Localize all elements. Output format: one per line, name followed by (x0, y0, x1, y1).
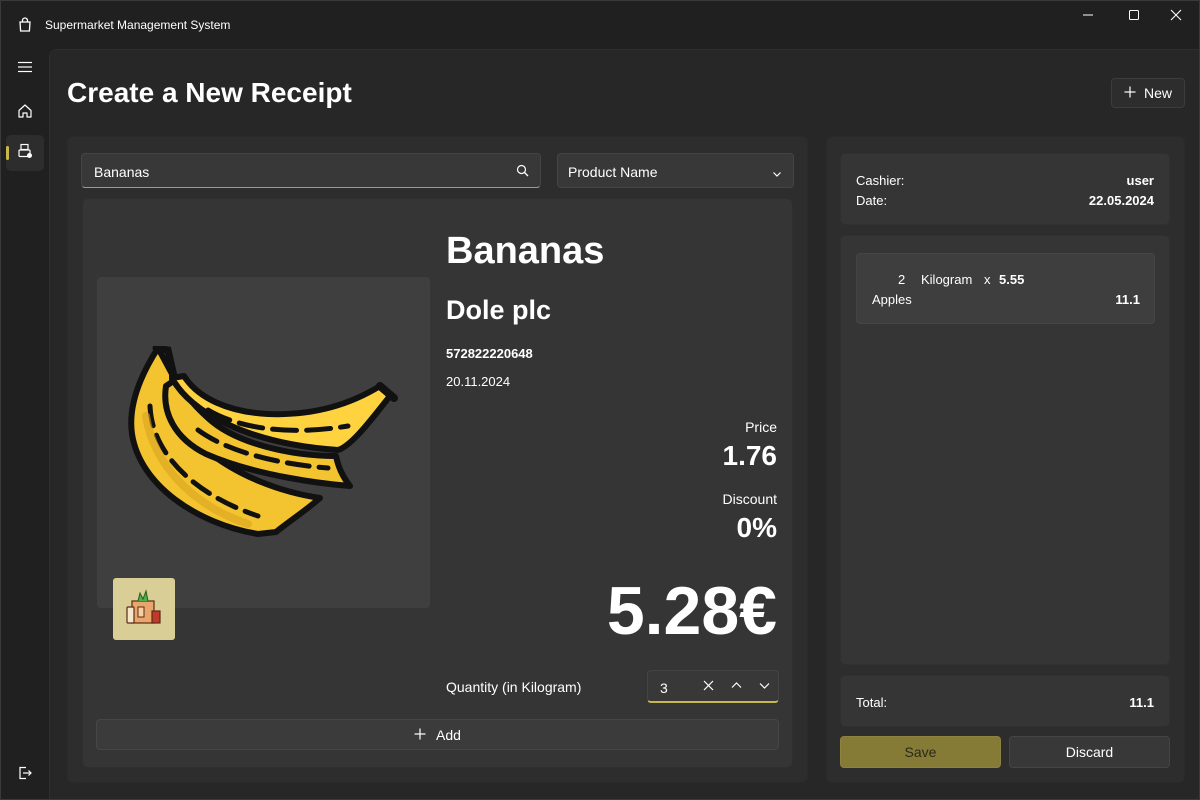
date-value: 22.05.2024 (1088, 193, 1154, 208)
window-title: Supermarket Management System (45, 18, 231, 32)
clear-icon (703, 678, 714, 696)
selection-indicator (6, 146, 9, 160)
new-receipt-button[interactable]: New (1111, 78, 1185, 108)
product-date: 20.11.2024 (446, 374, 511, 389)
hamburger-menu-icon (17, 59, 33, 80)
plus-icon (1124, 85, 1136, 101)
product-brand: Dole plc (446, 295, 552, 325)
maximize-icon (1128, 8, 1140, 26)
item-name: Apples (872, 292, 912, 307)
banana-icon (128, 344, 398, 543)
search-filter-dropdown[interactable]: Product Name (557, 153, 794, 188)
total-label: Total: (856, 695, 888, 710)
discount-label: Discount (722, 491, 777, 507)
product-name: Bananas (446, 230, 605, 272)
nav-menu-toggle[interactable] (6, 51, 44, 87)
clear-quantity-button[interactable] (698, 677, 718, 697)
minimize-icon (1082, 8, 1094, 26)
chevron-down-icon (759, 678, 770, 696)
minimize-button[interactable] (1065, 1, 1111, 33)
decrement-quantity-button[interactable] (754, 677, 774, 697)
discard-button[interactable]: Discard (1009, 736, 1170, 768)
home-icon (17, 103, 33, 124)
cash-register-icon (17, 143, 33, 164)
nav-rail (1, 49, 49, 800)
search-input[interactable] (94, 163, 494, 181)
cashier-value: user (1126, 173, 1154, 188)
search-filter-selected: Product Name (568, 164, 658, 180)
receipt-items-list: 2 Kilogram x 5.55 Apples 11.1 (840, 235, 1170, 665)
increment-quantity-button[interactable] (726, 677, 746, 697)
save-button[interactable]: Save (840, 736, 1001, 768)
chevron-down-icon (772, 166, 782, 184)
page-title: Create a New Receipt (67, 77, 352, 108)
item-unit: Kilogram (921, 272, 973, 287)
discount-value: 0% (736, 512, 777, 543)
app-window: Supermarket Management System Create a N… (0, 0, 1200, 800)
category-badge[interactable] (113, 578, 175, 640)
price-value: 1.76 (722, 440, 778, 471)
cashier-label: Cashier: (856, 173, 905, 188)
nav-item-receipt[interactable] (6, 135, 44, 171)
quantity-label: Quantity (in Kilogram) (446, 679, 582, 695)
receipt-info: Cashier: user Date: 22.05.2024 (840, 153, 1170, 225)
add-to-receipt-button[interactable]: Add (96, 719, 779, 750)
nav-item-home[interactable] (6, 95, 44, 131)
item-times: x (984, 272, 991, 287)
product-search (81, 153, 541, 188)
date-label: Date: (856, 193, 888, 208)
price-label: Price (745, 419, 777, 435)
item-unit-price: 5.55 (999, 272, 1025, 287)
grocery-bag-icon (124, 587, 164, 632)
total-value: 11.1 (1129, 695, 1154, 710)
item-line-total: 11.1 (1115, 292, 1140, 307)
title-bar: Supermarket Management System (1, 1, 1200, 49)
shopping-bag-icon (17, 17, 33, 33)
close-window-button[interactable] (1153, 1, 1199, 33)
quantity-input[interactable] (660, 680, 690, 696)
nav-item-logout[interactable] (6, 757, 44, 793)
sign-out-icon (17, 765, 33, 786)
item-quantity: 2 (898, 272, 906, 287)
line-total-value: 5.28€ (606, 573, 777, 649)
add-button-label: Add (436, 726, 461, 743)
new-button-label: New (1143, 85, 1172, 101)
product-barcode: 572822220648 (446, 346, 533, 361)
search-icon[interactable] (516, 164, 529, 182)
quantity-stepper (647, 670, 779, 703)
plus-icon (414, 727, 426, 743)
receipt-total: Total: 11.1 (840, 675, 1170, 727)
list-item[interactable]: 2 Kilogram x 5.55 Apples 11.1 (856, 253, 1155, 324)
close-icon (1170, 8, 1182, 26)
chevron-up-icon (731, 678, 742, 696)
maximize-button[interactable] (1111, 1, 1157, 33)
